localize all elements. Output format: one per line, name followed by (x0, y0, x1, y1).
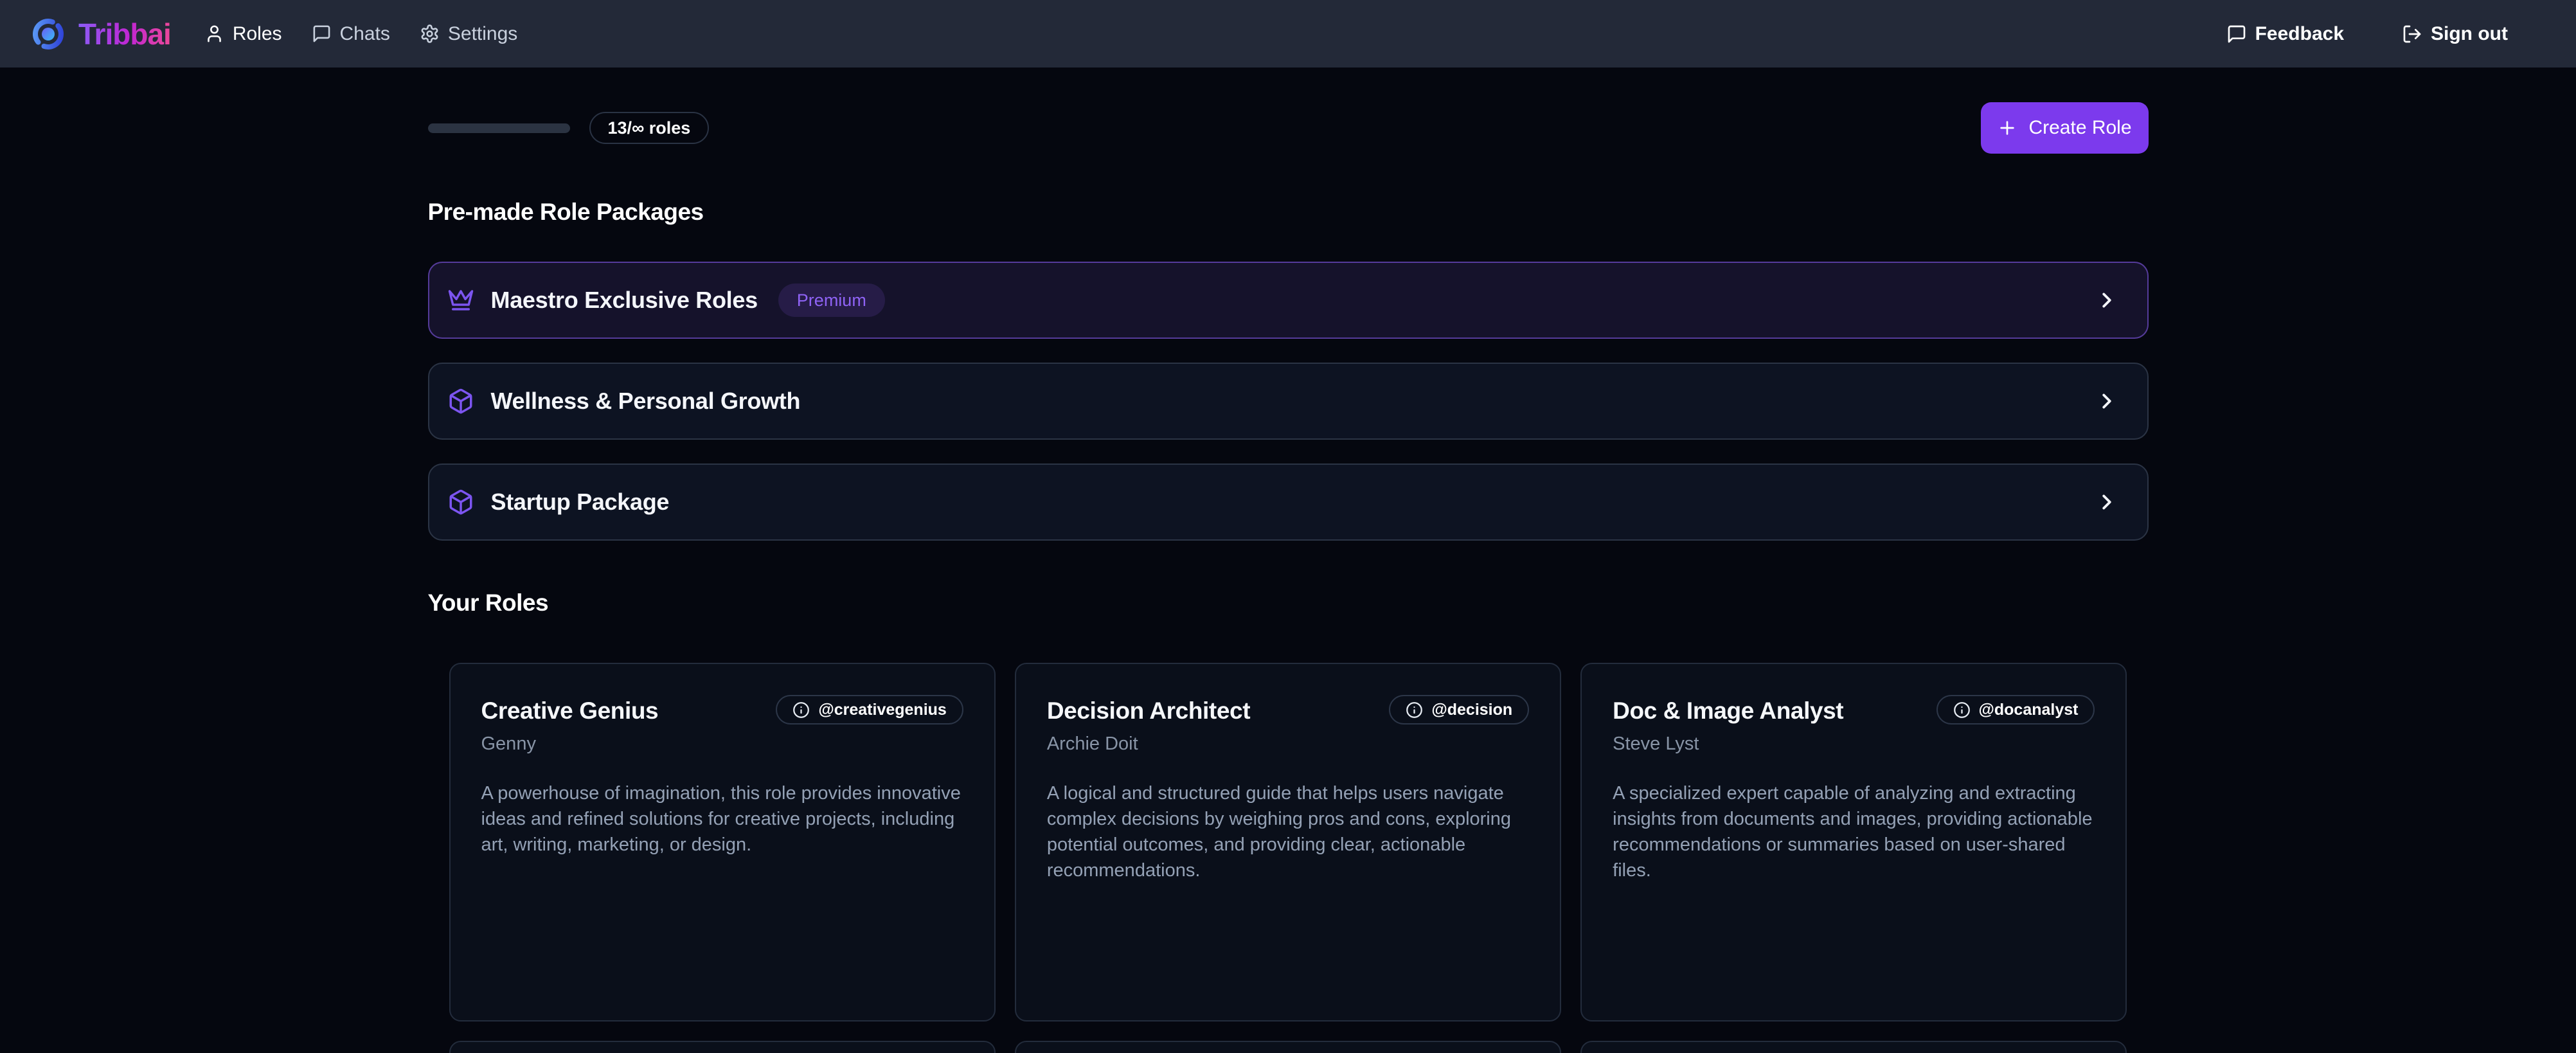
role-card-creative-genius[interactable]: Creative Genius @creativegenius Genny A … (449, 663, 996, 1022)
role-subtitle: Genny (481, 734, 963, 755)
package-icon (447, 388, 474, 415)
role-card-doc-image-analyst[interactable]: Doc & Image Analyst @docanalyst Steve Ly… (1580, 663, 2127, 1022)
card-head: Decision Architect @decision (1047, 695, 1529, 724)
tribbai-logo-icon (31, 17, 66, 51)
package-row-wellness[interactable]: Wellness & Personal Growth (428, 363, 2149, 440)
package-title: Startup Package (491, 489, 670, 516)
package-list: Maestro Exclusive Roles Premium Wellness… (428, 262, 2149, 541)
role-description: A specialized expert capable of analyzin… (1613, 780, 2095, 883)
info-icon (792, 701, 810, 719)
role-cards-grid: Creative Genius @creativegenius Genny A … (428, 663, 2149, 1022)
role-handle-badge[interactable]: @decision (1389, 695, 1529, 724)
roles-toolbar: 13/∞ roles Create Role (428, 102, 2149, 154)
your-roles-heading: Your Roles (428, 590, 2149, 616)
role-subtitle: Steve Lyst (1613, 734, 2095, 755)
nav-links: Roles Chats Settings (204, 23, 517, 45)
sign-out-button[interactable]: Sign out (2402, 23, 2508, 45)
brand-logo[interactable]: Tribbai (31, 17, 171, 51)
nav-item-label: Settings (448, 23, 517, 45)
plus-icon (1997, 118, 2017, 138)
gear-icon (420, 24, 440, 44)
main-content: 13/∞ roles Create Role Pre-made Role Pac… (428, 102, 2149, 1053)
chevron-right-icon (2095, 288, 2119, 312)
role-handle-badge[interactable]: @docanalyst (1936, 695, 2095, 724)
role-title: Decision Architect (1047, 695, 1250, 724)
package-row-startup[interactable]: Startup Package (428, 464, 2149, 541)
package-title: Maestro Exclusive Roles (491, 287, 758, 314)
premium-badge: Premium (778, 284, 885, 317)
top-nav: Tribbai Roles Chats Settings (0, 0, 2576, 68)
role-description: A logical and structured guide that help… (1047, 780, 1529, 883)
feedback-button[interactable]: Feedback (2226, 23, 2344, 45)
user-icon (204, 24, 224, 44)
nav-item-chats[interactable]: Chats (312, 23, 390, 45)
info-icon (1953, 701, 1971, 719)
chat-bubble-icon (2226, 24, 2247, 44)
role-handle-badge[interactable]: @creativegenius (776, 695, 963, 724)
role-handle: @decision (1431, 701, 1512, 719)
nav-item-settings[interactable]: Settings (420, 23, 517, 45)
crown-icon (447, 287, 474, 314)
package-row-maestro[interactable]: Maestro Exclusive Roles Premium (428, 262, 2149, 339)
role-title: Creative Genius (481, 695, 659, 724)
create-role-label: Create Role (2028, 117, 2131, 139)
info-icon (1406, 701, 1423, 719)
sign-out-label: Sign out (2431, 23, 2508, 45)
chevron-right-icon (2095, 490, 2119, 514)
packages-heading: Pre-made Role Packages (428, 199, 2149, 226)
nav-right: Feedback Sign out (2226, 23, 2508, 45)
feedback-label: Feedback (2255, 23, 2344, 45)
sign-out-icon (2402, 24, 2422, 44)
role-description: A powerhouse of imagination, this role p… (481, 780, 963, 858)
nav-item-label: Chats (340, 23, 390, 45)
role-card-partial[interactable] (1015, 1041, 1561, 1053)
roles-count-badge: 13/∞ roles (589, 112, 710, 144)
package-title: Wellness & Personal Growth (491, 388, 801, 415)
brand-name: Tribbai (78, 17, 171, 51)
role-card-decision-architect[interactable]: Decision Architect @decision Archie Doit… (1015, 663, 1561, 1022)
chat-bubble-icon (312, 24, 332, 44)
role-card-partial[interactable] (1580, 1041, 2127, 1053)
role-title: Doc & Image Analyst (1613, 695, 1843, 724)
nav-item-roles[interactable]: Roles (204, 23, 282, 45)
roles-progress-bar (428, 123, 570, 133)
role-subtitle: Archie Doit (1047, 734, 1529, 755)
chevron-right-icon (2095, 389, 2119, 413)
role-handle: @creativegenius (818, 701, 946, 719)
role-card-partial[interactable] (449, 1041, 996, 1053)
nav-item-label: Roles (233, 23, 282, 45)
package-icon (447, 489, 474, 516)
roles-page: Tribbai Roles Chats Settings (0, 0, 2576, 1053)
card-head: Creative Genius @creativegenius (481, 695, 963, 724)
role-handle: @docanalyst (1979, 701, 2079, 719)
card-head: Doc & Image Analyst @docanalyst (1613, 695, 2095, 724)
create-role-button[interactable]: Create Role (1981, 102, 2149, 154)
role-cards-grid-partial (428, 1041, 2149, 1053)
